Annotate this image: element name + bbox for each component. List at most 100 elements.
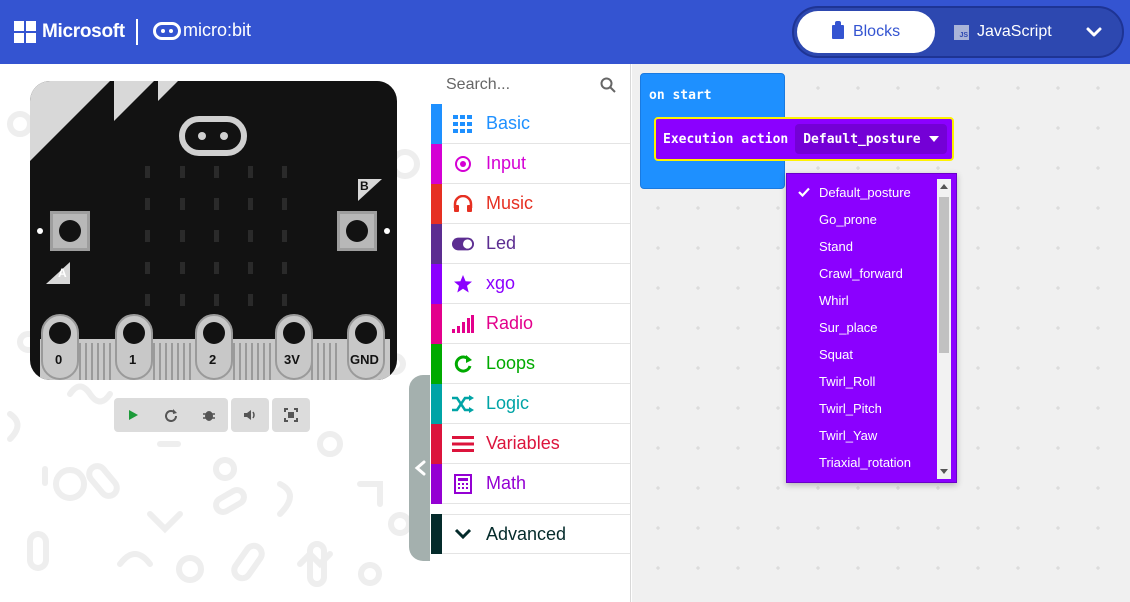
dropdown-option-default-posture[interactable]: Default_posture [787,179,937,206]
bug-icon [203,411,215,421]
scroll-up-arrow-icon [940,184,948,189]
fullscreen-icon [284,408,298,422]
radio-circle-icon [452,153,474,175]
board-graphic [30,81,390,380]
javascript-tab[interactable]: JS JavaScript [954,11,1074,53]
category-basic-label: Basic [486,113,531,133]
dropdown-option-twirl-pitch[interactable]: Twirl_Pitch [787,395,937,422]
star-icon [452,273,474,295]
posture-dropdown-value: Default_posture [803,131,921,147]
category-music-label: Music [486,193,534,213]
dropdown-option-triaxial-rotation[interactable]: Triaxial_rotation [787,449,937,476]
toolbox-search [431,64,630,104]
posture-dropdown-menu: Default_posture Go_prone Stand Crawl_for… [786,173,957,483]
category-variables[interactable]: Variables [431,423,630,464]
mute-button[interactable] [231,398,269,432]
dropdown-option-twirl-roll[interactable]: Twirl_Roll [787,368,937,395]
led-matrix [145,166,287,306]
restart-button[interactable] [152,398,190,432]
microsoft-logo[interactable]: Microsoft [14,21,125,43]
microbit-board: A B 0 1 2 3V GND [30,81,397,380]
search-input[interactable] [446,73,596,97]
javascript-tab-label: JavaScript [977,23,1052,40]
pin-1-label[interactable]: 1 [129,352,136,367]
pin-2-label[interactable]: 2 [209,352,216,367]
microbit-logo[interactable]: micro:bit [153,20,251,41]
debug-button[interactable] [190,398,228,432]
check-icon [798,187,810,197]
button-a-label: A [58,266,67,280]
dropdown-option-whirl[interactable]: Whirl [787,287,937,314]
js-file-icon: JS [954,24,969,40]
lines-icon [452,433,474,455]
play-icon [129,410,138,420]
category-radio-label: Radio [486,313,534,333]
category-music[interactable]: Music [431,183,630,224]
category-input-label: Input [486,153,527,173]
chevron-left-icon [414,460,426,476]
category-logic[interactable]: Logic [431,383,630,424]
collapse-simulator-button[interactable] [409,375,430,561]
signal-bars-icon [452,313,474,335]
microbit-face-icon [153,21,181,40]
category-xgo-label: xgo [486,273,516,293]
execution-action-block[interactable]: Execution action Default_posture [654,117,954,161]
header-divider [136,19,138,45]
top-bar: Microsoft micro:bit Blocks JS JavaScript [0,0,1130,64]
dropdown-option-twirl-yaw[interactable]: Twirl_Yaw [787,422,937,449]
dropdown-scroll-thumb[interactable] [939,197,949,353]
category-advanced[interactable]: Advanced [431,514,630,554]
fullscreen-button[interactable] [272,398,310,432]
category-radio[interactable]: Radio [431,303,630,344]
category-loops-label: Loops [486,353,536,373]
dropdown-option-stand[interactable]: Stand [787,233,937,260]
posture-dropdown-field[interactable]: Default_posture [795,124,947,154]
play-button[interactable] [114,398,152,432]
simulator-panel: A B 0 1 2 3V GND [0,64,430,602]
category-advanced-label: Advanced [486,523,567,544]
pin-gnd-label: GND [350,352,379,367]
pin-0-label[interactable]: 0 [55,352,62,367]
category-input[interactable]: Input [431,143,630,184]
category-led-label: Led [486,233,517,253]
restart-icon [165,409,177,422]
volume-icon [244,410,255,420]
dropdown-option-crawl-forward[interactable]: Crawl_forward [787,260,937,287]
microsoft-label: Microsoft [42,21,125,42]
category-math[interactable]: Math [431,463,630,504]
toolbox: Basic Input Music Led xgo Radio [431,64,631,602]
button-b-label: B [360,179,369,193]
headphones-icon [452,193,474,215]
search-icon[interactable] [600,77,616,93]
category-math-label: Math [486,473,527,493]
calculator-icon [452,473,474,495]
category-loops[interactable]: Loops [431,343,630,384]
refresh-icon [452,353,474,375]
windows-grid-icon [14,21,36,43]
chevron-down-icon [452,523,474,545]
dropdown-option-squat[interactable]: Squat [787,341,937,368]
simulator-controls [114,398,310,432]
puzzle-block-icon [831,21,844,39]
blocks-tab[interactable]: Blocks [797,11,935,53]
pin-3v-label: 3V [284,352,300,367]
grid-icon [452,113,474,135]
execution-action-label: Execution action [663,131,789,147]
category-xgo[interactable]: xgo [431,263,630,304]
microbit-label: micro:bit [183,20,252,40]
editor-mode-switch: Blocks JS JavaScript [792,6,1124,58]
dropdown-scrollbar[interactable] [937,179,951,479]
on-start-label: on start [649,88,712,103]
category-led[interactable]: Led [431,223,630,264]
dropdown-option-go-prone[interactable]: Go_prone [787,206,937,233]
shuffle-icon [452,393,474,415]
category-variables-label: Variables [486,433,560,453]
toggle-icon [452,233,474,255]
scroll-down-arrow-icon [940,469,948,474]
category-basic[interactable]: Basic [431,103,630,144]
dropdown-option-sur-place[interactable]: Sur_place [787,314,937,341]
blocks-tab-label: Blocks [852,23,901,40]
chevron-down-icon[interactable] [1084,22,1104,42]
caret-down-icon [928,136,939,142]
category-logic-label: Logic [486,393,530,413]
